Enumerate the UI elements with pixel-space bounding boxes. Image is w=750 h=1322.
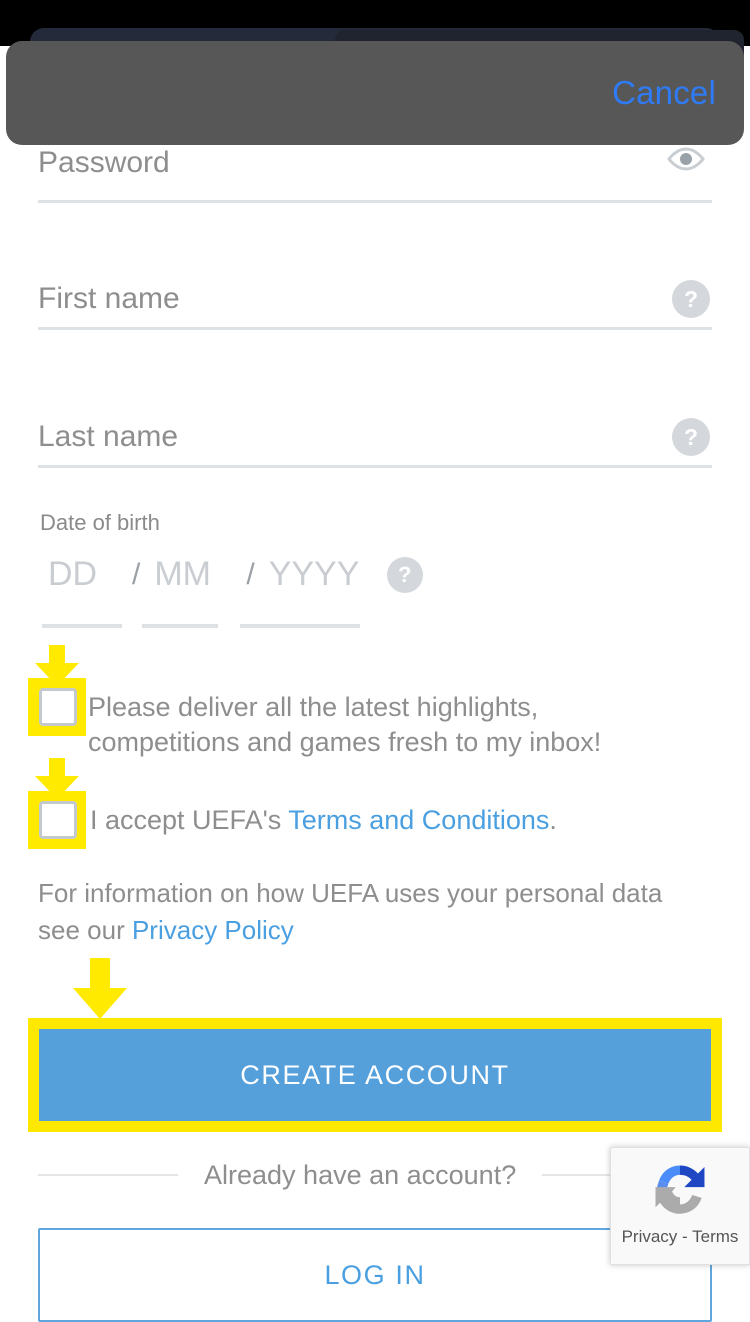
dob-separator-1: / bbox=[132, 557, 141, 591]
dob-month-input[interactable]: MM bbox=[154, 555, 232, 594]
annotation-arrow-create-account bbox=[70, 958, 130, 1020]
help-icon[interactable]: ? bbox=[386, 556, 423, 593]
privacy-paragraph: For information on how UEFA uses your pe… bbox=[38, 875, 698, 949]
divider-label: Already have an account? bbox=[204, 1159, 517, 1190]
date-of-birth-row: DD / MM / YYYY ? bbox=[48, 555, 423, 594]
cancel-button[interactable]: Cancel bbox=[612, 74, 716, 112]
recaptcha-icon bbox=[655, 1165, 705, 1214]
recaptcha-separator: - bbox=[677, 1227, 693, 1246]
recaptcha-privacy-link[interactable]: Privacy bbox=[622, 1227, 678, 1246]
terms-accept-suffix: . bbox=[549, 805, 557, 835]
recaptcha-terms-link[interactable]: Terms bbox=[692, 1227, 738, 1246]
modal-overlay-bar: Cancel bbox=[6, 41, 744, 145]
last-name-field[interactable]: Last name ? bbox=[38, 418, 712, 468]
first-name-underline bbox=[38, 327, 712, 330]
help-icon[interactable]: ? bbox=[672, 418, 710, 456]
first-name-label: First name bbox=[38, 282, 180, 315]
help-icon[interactable]: ? bbox=[672, 280, 710, 318]
eye-icon[interactable] bbox=[666, 146, 706, 172]
password-label: Password bbox=[38, 146, 170, 179]
marketing-optin-line2: competitions and games fresh to my inbox… bbox=[88, 727, 602, 757]
marketing-optin-checkbox-visual[interactable] bbox=[39, 688, 77, 726]
recaptcha-badge[interactable]: Privacy - Terms bbox=[610, 1147, 750, 1265]
last-name-underline bbox=[38, 465, 712, 468]
date-of-birth-label: Date of birth bbox=[40, 510, 160, 535]
first-name-field[interactable]: First name ? bbox=[38, 280, 712, 330]
terms-accept-checkbox-visual[interactable] bbox=[39, 801, 77, 839]
registration-page: Cancel Password First name ? Last name ?… bbox=[0, 0, 750, 1322]
recaptcha-links[interactable]: Privacy - Terms bbox=[622, 1227, 739, 1247]
dob-day-underline bbox=[42, 624, 122, 628]
annotation-arrow-marketing-checkbox bbox=[33, 645, 81, 687]
password-field[interactable]: Password bbox=[38, 146, 712, 203]
marketing-optin-line1: Please deliver all the latest highlights… bbox=[88, 692, 539, 722]
marketing-optin-label: Please deliver all the latest highlights… bbox=[88, 690, 688, 760]
dob-year-input[interactable]: YYYY bbox=[269, 555, 379, 594]
privacy-policy-link[interactable]: Privacy Policy bbox=[132, 915, 294, 945]
dob-month-underline bbox=[142, 624, 218, 628]
terms-accept-label: I accept UEFA's Terms and Conditions. bbox=[90, 803, 690, 838]
dob-year-underline bbox=[240, 624, 360, 628]
annotation-arrow-terms-checkbox bbox=[33, 758, 81, 800]
last-name-label: Last name bbox=[38, 420, 179, 453]
terms-and-conditions-link[interactable]: Terms and Conditions bbox=[288, 805, 549, 835]
dob-separator-2: / bbox=[246, 557, 255, 591]
divider-line-left bbox=[38, 1174, 178, 1176]
terms-accept-prefix: I accept UEFA's bbox=[90, 805, 289, 835]
dob-day-input[interactable]: DD bbox=[48, 555, 118, 594]
annotation-frame-create-account bbox=[28, 1018, 722, 1132]
password-underline bbox=[38, 200, 712, 203]
